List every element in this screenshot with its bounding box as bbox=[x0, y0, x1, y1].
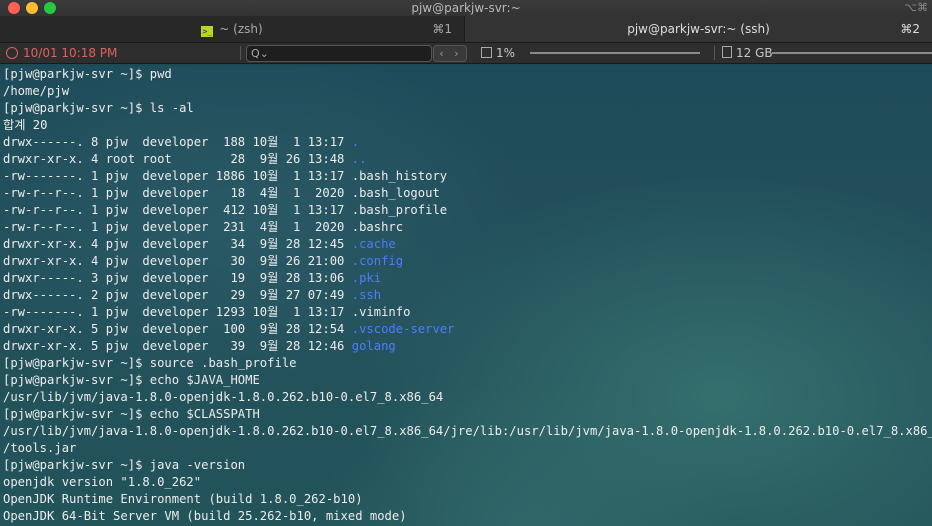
terminal-line-text: drwx------. 2 pjw developer 29 9월 27 07:… bbox=[3, 288, 352, 302]
terminal-line-text: -rw-------. 1 pjw developer 1886 10월 1 1… bbox=[3, 169, 448, 183]
terminal-line-text: OpenJDK 64-Bit Server VM (build 25.262-b… bbox=[3, 509, 407, 523]
terminal-line: OpenJDK 64-Bit Server VM (build 25.262-b… bbox=[3, 508, 932, 525]
cpu-text: 1% bbox=[496, 46, 516, 60]
search-next-button[interactable]: › bbox=[449, 46, 464, 61]
terminal-line-text: /home/pjw bbox=[3, 84, 70, 98]
terminal-line: drwxr-xr-x. 5 pjw developer 100 9월 28 12… bbox=[3, 321, 932, 338]
terminal-line-text: /usr/lib/jvm/java-1.8.0-openjdk-1.8.0.26… bbox=[3, 390, 444, 404]
cpu-graph bbox=[530, 52, 700, 54]
memory-status: 12 GB bbox=[722, 43, 773, 63]
clock-text: 10/01 10:18 PM bbox=[23, 46, 118, 60]
terminal-line-text: [pjw@parkjw-svr ~]$ java -version bbox=[3, 458, 246, 472]
terminal-line-text: OpenJDK Runtime Environment (build 1.8.0… bbox=[3, 492, 363, 506]
terminal-line: -rw-------. 1 pjw developer 1886 10월 1 1… bbox=[3, 168, 932, 185]
terminal-line-text: [pjw@parkjw-svr ~]$ pwd bbox=[3, 67, 172, 81]
terminal-line: drwxr-xr-x. 5 pjw developer 39 9월 28 12:… bbox=[3, 338, 932, 355]
terminal-output[interactable]: [pjw@parkjw-svr ~]$ pwd/home/pjw [pjw@par… bbox=[3, 66, 932, 525]
terminal-line: -rw-r--r--. 1 pjw developer 412 10월 1 13… bbox=[3, 202, 932, 219]
tab-zsh-label: ~ (zsh) bbox=[219, 22, 263, 36]
memory-graph bbox=[772, 52, 932, 54]
terminal-line: [pjw@parkjw-svr ~]$ source .bash_profile bbox=[3, 355, 932, 372]
memory-icon bbox=[722, 46, 732, 58]
tab-ssh-shortcut: ⌘2 bbox=[900, 22, 920, 36]
cpu-status: 1% bbox=[481, 43, 515, 63]
terminal-line-text: drwxr-xr-x. 5 pjw developer 39 9월 28 12:… bbox=[3, 339, 352, 353]
clock-icon bbox=[6, 47, 18, 59]
tab-ssh-label: pjw@parkjw-svr:~ (ssh) bbox=[627, 22, 770, 36]
terminal-line: -rw-r--r--. 1 pjw developer 18 4월 1 2020… bbox=[3, 185, 932, 202]
terminal-prompt-icon: >_ bbox=[201, 26, 214, 37]
directory-name: .ssh bbox=[351, 288, 382, 302]
tab-zsh[interactable]: >_ ~ (zsh) ⌘1 bbox=[0, 16, 465, 42]
terminal-line: /tools.jar bbox=[3, 440, 932, 457]
terminal-line-text: drwxr-----. 3 pjw developer 19 9월 28 13:… bbox=[3, 271, 352, 285]
terminal-line-text: [pjw@parkjw-svr ~]$ ls -al bbox=[3, 101, 194, 115]
tab-ssh[interactable]: pjw@parkjw-svr:~ (ssh) ⌘2 bbox=[465, 16, 932, 42]
terminal-line: [pjw@parkjw-svr ~]$ echo $JAVA_HOME bbox=[3, 372, 932, 389]
terminal-line-text: -rw-------. 1 pjw developer 1293 10월 1 1… bbox=[3, 305, 411, 319]
terminal-line: [pjw@parkjw-svr ~]$ ls -al bbox=[3, 100, 932, 117]
clock-status: 10/01 10:18 PM bbox=[6, 43, 117, 63]
terminal-line-text: drwxr-xr-x. 4 root root 28 9월 26 13:48 bbox=[3, 152, 352, 166]
terminal-line-text: drwxr-xr-x. 5 pjw developer 100 9월 28 12… bbox=[3, 322, 352, 336]
directory-name: .vscode-server bbox=[351, 322, 455, 336]
search-field[interactable]: Q⌄ bbox=[246, 45, 432, 62]
terminal-line-text: /usr/lib/jvm/java-1.8.0-openjdk-1.8.0.26… bbox=[3, 424, 932, 438]
window-title: pjw@parkjw-svr:~ bbox=[411, 1, 521, 15]
terminal-line-text: [pjw@parkjw-svr ~]$ source .bash_profile bbox=[3, 356, 297, 370]
directory-name: .. bbox=[351, 152, 367, 166]
terminal-line: [pjw@parkjw-svr ~]$ java -version bbox=[3, 457, 932, 474]
search-previous-button[interactable]: ‹ bbox=[434, 46, 449, 61]
terminal-line-text: [pjw@parkjw-svr ~]$ echo $JAVA_HOME bbox=[3, 373, 260, 387]
terminal-line: drwx------. 8 pjw developer 188 10월 1 13… bbox=[3, 134, 932, 151]
terminal-line: 합계 20 bbox=[3, 117, 932, 134]
title-bar: pjw@parkjw-svr:~ ⌥⌘ bbox=[0, 0, 932, 16]
terminal-line: -rw-r--r--. 1 pjw developer 231 4월 1 202… bbox=[3, 219, 932, 236]
directory-name: .config bbox=[351, 254, 404, 268]
terminal-line: [pjw@parkjw-svr ~]$ echo $CLASSPATH bbox=[3, 406, 932, 423]
directory-name: .pki bbox=[351, 271, 382, 285]
terminal-line-text: [pjw@parkjw-svr ~]$ echo $CLASSPATH bbox=[3, 407, 260, 421]
terminal-line-text: -rw-r--r--. 1 pjw developer 231 4월 1 202… bbox=[3, 220, 404, 234]
terminal-line-text: -rw-r--r--. 1 pjw developer 412 10월 1 13… bbox=[3, 203, 448, 217]
tab-zsh-shortcut: ⌘1 bbox=[432, 22, 452, 36]
window-shortcut: ⌥⌘ bbox=[904, 1, 928, 14]
terminal-line: openjdk version "1.8.0_262" bbox=[3, 474, 932, 491]
terminal-line: OpenJDK Runtime Environment (build 1.8.0… bbox=[3, 491, 932, 508]
status-divider bbox=[714, 46, 715, 60]
terminal-line-text: drwx------. 8 pjw developer 188 10월 1 13… bbox=[3, 135, 352, 149]
terminal-line-text: openjdk version "1.8.0_262" bbox=[3, 475, 202, 489]
terminal-line: drwxr-----. 3 pjw developer 19 9월 28 13:… bbox=[3, 270, 932, 287]
terminal-line: -rw-------. 1 pjw developer 1293 10월 1 1… bbox=[3, 304, 932, 321]
terminal-line: drwxr-xr-x. 4 pjw developer 34 9월 28 12:… bbox=[3, 236, 932, 253]
terminal-line: /usr/lib/jvm/java-1.8.0-openjdk-1.8.0.26… bbox=[3, 423, 932, 440]
terminal-line-text: -rw-r--r--. 1 pjw developer 18 4월 1 2020… bbox=[3, 186, 440, 200]
terminal-line-text: 합계 20 bbox=[3, 118, 48, 132]
directory-name: . bbox=[351, 135, 360, 149]
terminal-line: drwxr-xr-x. 4 root root 28 9월 26 13:48 .… bbox=[3, 151, 932, 168]
terminal-line: /home/pjw bbox=[3, 83, 932, 100]
search-nav-buttons: ‹ › bbox=[433, 45, 467, 62]
terminal-line: [pjw@parkjw-svr ~]$ pwd bbox=[3, 66, 932, 83]
terminal-line: drwx------. 2 pjw developer 29 9월 27 07:… bbox=[3, 287, 932, 304]
directory-name: golang bbox=[351, 339, 396, 353]
directory-name: .cache bbox=[351, 237, 396, 251]
memory-text: 12 GB bbox=[736, 46, 773, 60]
terminal-line: drwxr-xr-x. 4 pjw developer 30 9월 26 21:… bbox=[3, 253, 932, 270]
cpu-icon bbox=[481, 47, 492, 58]
terminal-line: /usr/lib/jvm/java-1.8.0-openjdk-1.8.0.26… bbox=[3, 389, 932, 406]
search-icon: Q⌄ bbox=[251, 47, 269, 60]
terminal-line-text: drwxr-xr-x. 4 pjw developer 34 9월 28 12:… bbox=[3, 237, 352, 251]
tab-bar: >_ ~ (zsh) ⌘1 pjw@parkjw-svr:~ (ssh) ⌘2 bbox=[0, 16, 932, 43]
terminal-line-text: /tools.jar bbox=[3, 441, 77, 455]
status-bar: 10/01 10:18 PM Q⌄ ‹ › 1% 12 GB bbox=[0, 43, 932, 64]
status-divider bbox=[240, 46, 241, 60]
terminal-line-text: drwxr-xr-x. 4 pjw developer 30 9월 26 21:… bbox=[3, 254, 352, 268]
